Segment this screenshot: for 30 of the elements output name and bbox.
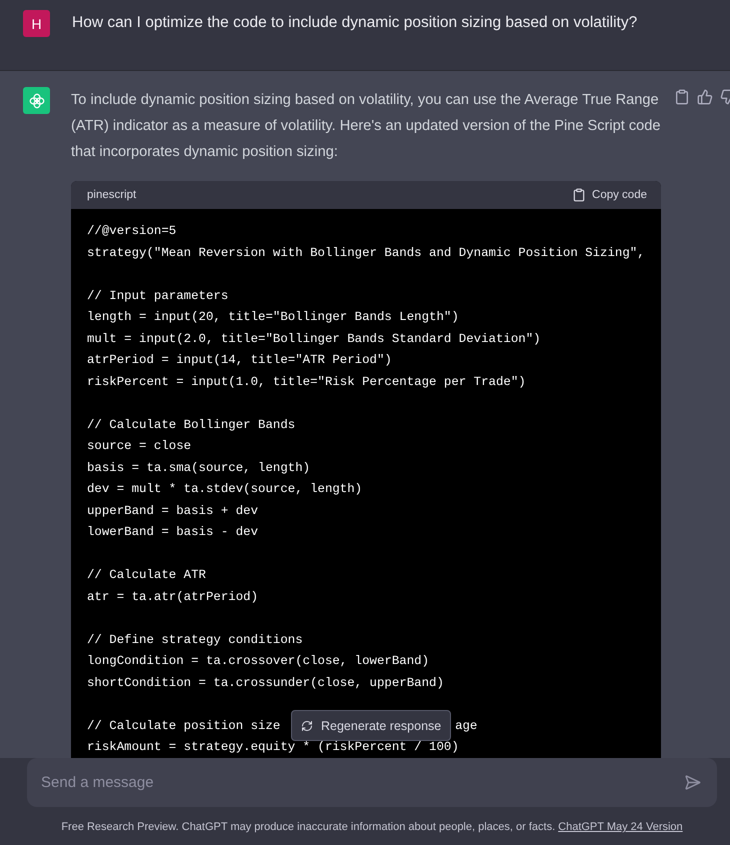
regenerate-button[interactable]: Regenerate response [291,710,452,741]
copy-code-button[interactable]: Copy code [572,188,647,202]
code-line: // Calculate Bollinger Bands [87,418,296,432]
code-line: longCondition = ta.crossover(close, lowerBand) [87,654,430,668]
user-avatar: H [23,10,50,37]
user-message: How can I optimize the code to include dynamic position sizing based on volatility? [72,13,638,33]
code-line: atrPeriod = input(14, title="ATR Period") [87,353,392,367]
code-line: // Input parameters [87,288,228,302]
code-line: dev = mult * ta.stdev(source, length) [87,482,362,496]
code-line: source = close [87,439,192,453]
code-line: lowerBand = basis - dev [87,525,258,539]
code-line: riskPercent = input(1.0, title="Risk Percentage per Trade") [87,374,526,388]
code-line: mult = input(2.0, title="Bollinger Bands Standard Deviation") [87,332,541,346]
code-line: upperBand = basis + dev [87,504,258,518]
code-line: // Define strategy conditions [87,632,303,646]
code-line: //@version=5 [87,224,176,238]
assistant-message: To include dynamic position sizing based on volatility, you can use the Average True Range (ATR) indicator as a measure of volatility. Here's an updated version of the Pine Script code that incorporates dynamic position sizing: [71,91,661,162]
code-line: atr = ta.atr(atrPeriod) [87,590,258,604]
code-line: // Calculate position size [87,718,280,732]
code-line: basis = ta.sma(source, length) [87,460,310,474]
code-line: length = input(20, title="Bollinger Bands Length") [87,310,459,324]
message-input[interactable]: Send a message [27,758,717,807]
version-link[interactable]: ChatGPT May 24 Version [558,821,683,833]
code-line: age [455,718,478,732]
code-line: strategy("Mean Reversion with Bollinger Bands and Dynamic Position Sizing", [87,246,645,260]
code-line: shortCondition = ta.crossunder(close, upperBand) [87,676,444,690]
code-language: pinescript [87,189,136,201]
footer-text: Free Research Preview. ChatGPT may produce inaccurate information about people, places, or facts. [61,821,556,833]
code-line: riskAmount = strategy.equity * (riskPercent / 100) [87,740,459,754]
code-line: // Calculate ATR [87,568,206,582]
